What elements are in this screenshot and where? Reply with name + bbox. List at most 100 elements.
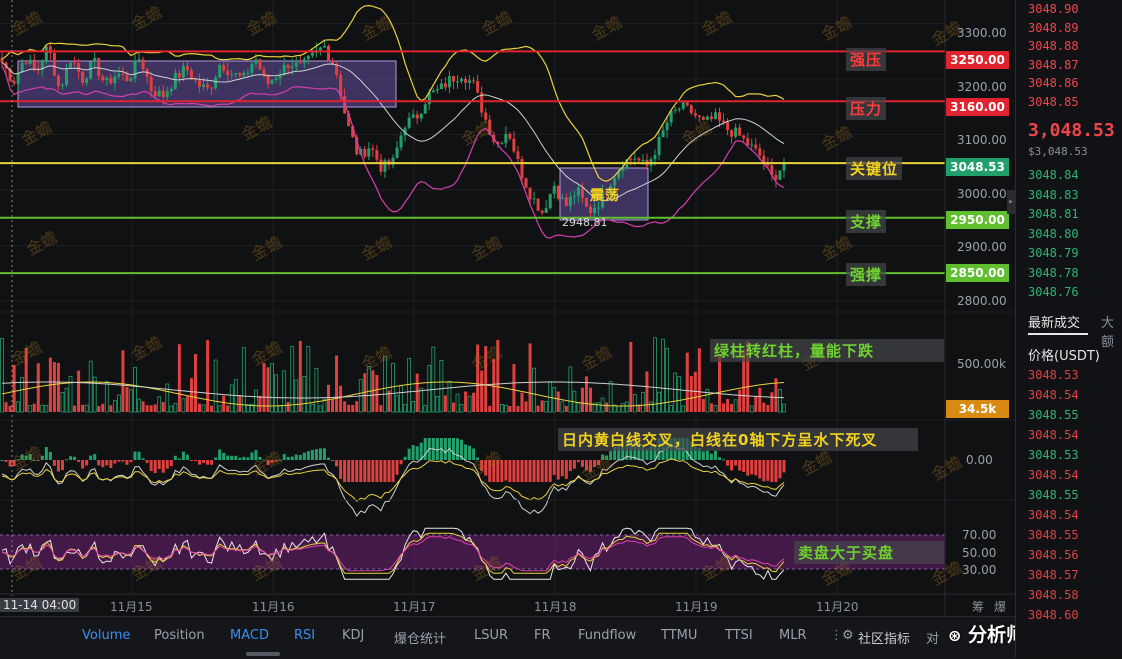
macd-bar [455, 438, 459, 460]
price-chart[interactable] [0, 0, 1015, 616]
volume-bar [536, 405, 540, 412]
volume-bar [697, 348, 701, 412]
macd-bar [722, 459, 726, 461]
candle-body [52, 53, 56, 76]
macd-bar [705, 450, 709, 460]
tab-latest-trades[interactable]: 最新成交 [1028, 312, 1080, 331]
volume-bar [310, 403, 315, 413]
tab-rsi[interactable]: RSI [294, 628, 315, 643]
candle-body [238, 73, 242, 76]
volume-bar [201, 404, 206, 413]
tab-fundflow[interactable]: Fundflow [578, 628, 636, 643]
x-label-nov15: 11月15 [110, 600, 153, 614]
collapse-arrow-icon[interactable]: ▸ [1007, 190, 1015, 214]
tab-mlr[interactable]: MLR [779, 628, 807, 643]
volume-bar [718, 353, 722, 412]
volume-bar [125, 386, 129, 412]
macd-bar [81, 460, 85, 469]
bid-price[interactable]: 3048.81 [1028, 207, 1079, 221]
volume-bar [302, 375, 307, 413]
volume-bar [467, 395, 472, 413]
ask-price[interactable]: 3048.90 [1028, 2, 1079, 16]
macd-bar [415, 446, 419, 460]
macd-bar [97, 460, 101, 466]
volume-bar [455, 393, 460, 413]
volume-bar [391, 362, 395, 413]
label-strong-support: 强撑 [846, 263, 887, 286]
macd-bar [766, 460, 770, 481]
tab-position[interactable]: Position [154, 628, 205, 643]
macd-bar [391, 460, 395, 482]
tab-ttsi[interactable]: TTSI [725, 628, 753, 643]
bid-price[interactable]: 3048.76 [1028, 285, 1079, 299]
trade-price: 3048.53 [1028, 368, 1079, 382]
bid-price[interactable]: 3048.84 [1028, 168, 1079, 182]
y-tick-3100: 3100.00 [957, 133, 1007, 147]
volume-bar [121, 350, 125, 412]
macd-bar [335, 460, 339, 467]
volume-bar [657, 391, 661, 413]
candle-body [657, 137, 661, 156]
ask-price[interactable]: 3048.89 [1028, 21, 1079, 35]
label-support: 支撑 [846, 210, 887, 233]
candle-body [169, 88, 173, 92]
volume-bar [427, 365, 432, 413]
macd-bar [69, 456, 73, 460]
tab-kdj[interactable]: KDJ [342, 628, 364, 643]
volume-bar [669, 404, 674, 413]
ask-price[interactable]: 3048.85 [1028, 95, 1079, 109]
macd-bar [218, 449, 222, 460]
volume-bar [733, 399, 738, 413]
candle-body [508, 133, 512, 139]
volume-bar [206, 340, 210, 412]
macd-bar [137, 451, 141, 460]
macd-bar [12, 460, 16, 467]
volume-bar [173, 402, 178, 413]
volume-bar [153, 404, 157, 412]
macd-bar [407, 448, 411, 460]
macd-bar [774, 460, 778, 482]
bid-price[interactable]: 3048.80 [1028, 227, 1079, 241]
more-button[interactable]: 对 [926, 628, 939, 647]
bid-price[interactable]: 3048.78 [1028, 266, 1079, 280]
volume-bar [770, 392, 774, 412]
volume-bar [137, 398, 141, 413]
volume-bar [68, 375, 73, 413]
tab-macd[interactable]: MACD [230, 628, 269, 643]
ask-price[interactable]: 3048.88 [1028, 39, 1079, 53]
right-header-1[interactable]: 筹 [972, 598, 984, 615]
tab-large-trades[interactable]: 大额 [1101, 312, 1122, 350]
candle-body [367, 148, 371, 157]
bid-price[interactable]: 3048.83 [1028, 188, 1079, 202]
macd-bar [125, 460, 129, 465]
volume-bar [496, 339, 500, 412]
volume-bar [28, 405, 33, 413]
volume-bar [56, 362, 60, 412]
macd-bar [371, 460, 375, 482]
ask-price[interactable]: 3048.87 [1028, 58, 1079, 72]
volume-bar [294, 379, 299, 413]
volume-bar [629, 341, 633, 412]
tab-liquidation[interactable]: 爆仓统计 [394, 628, 446, 647]
volume-bar [524, 401, 528, 412]
candle-body [137, 59, 141, 61]
candle-body [439, 83, 443, 90]
resize-handle[interactable] [246, 652, 280, 656]
tab-lsur[interactable]: LSUR [474, 628, 508, 643]
candle-body [290, 66, 294, 69]
ask-price[interactable]: 3048.86 [1028, 76, 1079, 90]
candle-body [778, 170, 782, 180]
bid-price[interactable]: 3048.79 [1028, 246, 1079, 260]
candle-body [89, 61, 93, 79]
tab-volume[interactable]: Volume [82, 628, 130, 643]
volume-bar [84, 404, 89, 413]
community-indicators-button[interactable]: 社区指标 [858, 628, 910, 647]
right-header-2[interactable]: 爆 [994, 598, 1006, 615]
candle-body [423, 104, 427, 114]
candle-body [782, 163, 786, 171]
macd-bar [343, 460, 347, 482]
tab-fr[interactable]: FR [534, 628, 551, 643]
macd-bar [161, 460, 165, 473]
macd-bar [318, 448, 322, 460]
tab-ttmu[interactable]: TTMU [661, 628, 697, 643]
